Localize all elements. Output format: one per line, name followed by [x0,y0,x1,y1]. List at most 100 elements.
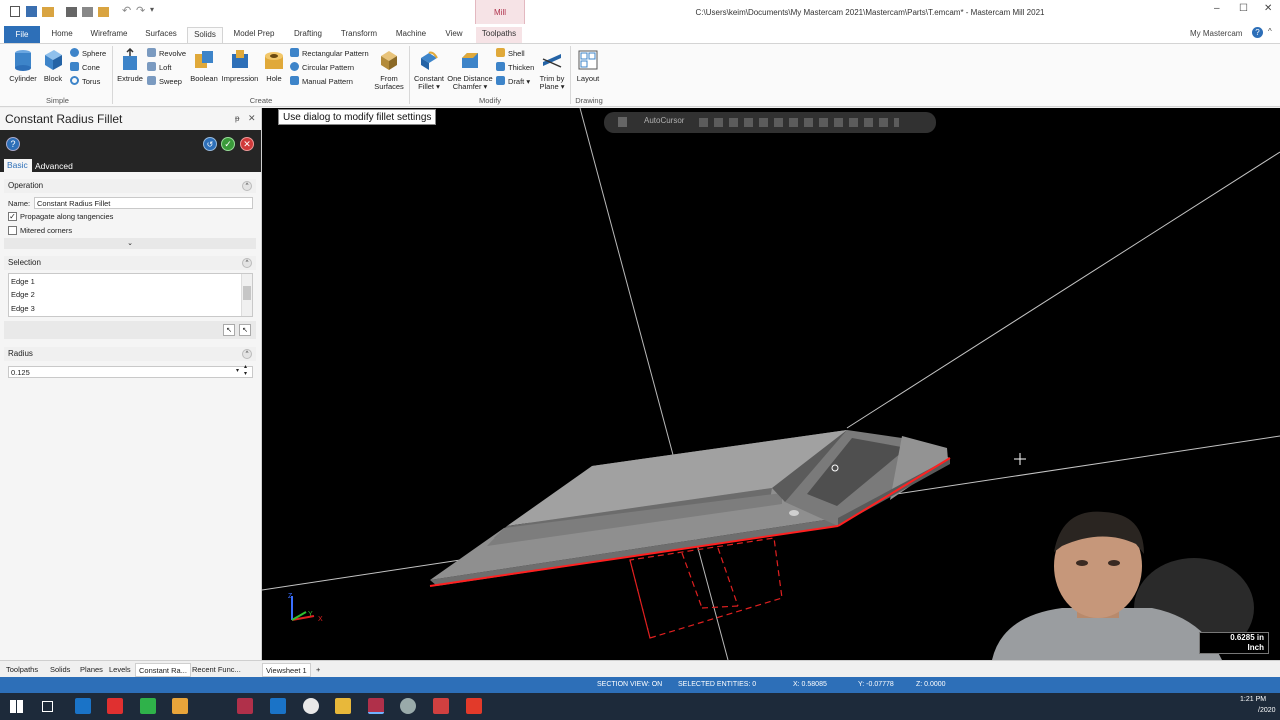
cancel-icon[interactable]: ✕ [240,137,254,151]
rectangular-pattern-button[interactable]: Rectangular Pattern [290,48,369,60]
dropdown-arrow-icon[interactable]: ▾ [236,367,239,374]
from-surfaces-button[interactable]: From Surfaces [372,48,406,91]
list-item[interactable]: Edge 2 [11,290,35,299]
manual-pattern-button[interactable]: Manual Pattern [290,76,353,88]
graphics-viewport[interactable]: Z Y X Use dialog to modify fillet settin… [262,108,1280,660]
sphere-button[interactable]: Sphere [70,48,106,60]
customize-icon[interactable]: ▾ [150,5,154,14]
hole-button[interactable]: Hole [262,48,286,83]
circular-pattern-button[interactable]: Circular Pattern [290,62,354,74]
minimize-icon[interactable]: – [1214,3,1220,14]
mitered-corners-checkbox[interactable] [8,226,17,235]
new-file-icon[interactable] [10,6,20,17]
app-icon[interactable] [400,698,416,714]
tab-recent-functions[interactable]: Recent Func... [189,663,244,677]
radius-section-header[interactable]: Radius ^ [4,347,256,361]
print-icon[interactable] [66,7,77,17]
tab-toolpaths-manager[interactable]: Toolpaths [3,663,41,677]
app-icon[interactable] [433,698,449,714]
maximize-icon[interactable]: ☐ [1239,3,1248,14]
shell-button[interactable]: Shell [496,48,525,60]
app-icon[interactable] [107,698,123,714]
tab-surfaces[interactable]: Surfaces [140,27,182,43]
tab-planes-manager[interactable]: Planes [77,663,106,677]
tab-toolpaths[interactable]: Toolpaths [476,27,522,43]
list-item[interactable]: Edge 1 [11,277,35,286]
clock-date[interactable]: /2020 [1258,707,1276,714]
tab-solids-manager[interactable]: Solids [47,663,73,677]
print-preview-icon[interactable] [82,7,93,17]
autocursor-dropdown[interactable]: AutoCursor [644,116,684,125]
impression-button[interactable]: Impression [220,48,260,83]
tab-advanced[interactable]: Advanced [35,160,73,172]
tab-machine[interactable]: Machine [389,27,433,43]
help-icon[interactable]: ? [1252,27,1263,38]
ok-icon[interactable]: ✓ [221,137,235,151]
ribbon-collapse-icon[interactable]: ^ [1268,27,1272,36]
operation-section-header[interactable]: Operation ^ [4,179,256,193]
tab-view[interactable]: View [440,27,468,43]
torus-button[interactable]: Torus [70,76,100,88]
tab-constant-radius-fillet[interactable]: Constant Ra... [135,663,191,677]
expand-options-button[interactable]: ⌄ [4,238,256,249]
collapse-icon[interactable]: ^ [242,349,252,359]
tab-home[interactable]: Home [46,27,78,43]
tab-drafting[interactable]: Drafting [287,27,329,43]
one-distance-chamfer-button[interactable]: One Distance Chamfer ▾ [447,48,493,91]
constant-fillet-button[interactable]: Constant Fillet ▾ [412,48,446,91]
add-viewsheet-button[interactable]: + [313,663,323,677]
pin-icon[interactable]: ᵽ [235,114,239,123]
name-field[interactable]: Constant Radius Fillet [34,197,253,209]
tab-solids[interactable]: Solids [187,27,223,43]
apply-icon[interactable]: ↺ [203,137,217,151]
tab-levels-manager[interactable]: Levels [106,663,134,677]
solid-part[interactable] [430,430,950,586]
my-mastercam-link[interactable]: My Mastercam [1190,29,1242,38]
propagate-checkbox[interactable]: ✓ [8,212,17,221]
draft-button[interactable]: Draft ▾ [496,76,530,88]
collapse-icon[interactable]: ^ [242,258,252,268]
spinner-icon[interactable]: ▴ ▾ [244,364,247,378]
layout-button[interactable]: Layout [574,48,602,83]
tab-viewsheet-1[interactable]: Viewsheet 1 [262,663,311,677]
app-icon[interactable] [270,698,286,714]
folder-icon[interactable] [98,7,109,17]
clock-time[interactable]: 1:21 PM [1240,696,1266,703]
block-button[interactable]: Block [40,48,66,83]
app-icon[interactable] [466,698,482,714]
revolve-button[interactable]: Revolve [147,48,186,60]
boolean-button[interactable]: Boolean [188,48,220,83]
context-tab-mill[interactable]: Mill [475,0,525,24]
redo-icon[interactable]: ↷ [136,4,145,17]
selection-list[interactable]: Edge 1 Edge 2 Edge 3 [8,273,253,317]
lock-icon[interactable] [618,117,627,127]
trim-by-plane-button[interactable]: Trim by Plane ▾ [536,48,568,91]
mastercam-active-icon[interactable] [368,698,384,714]
camtasia-icon[interactable] [140,698,156,714]
tab-model-prep[interactable]: Model Prep [229,27,279,43]
undo-icon[interactable]: ↶ [122,4,131,17]
close-window-icon[interactable]: ✕ [1264,3,1272,14]
mastercam-icon[interactable] [237,698,253,714]
chrome-icon[interactable] [303,698,319,714]
sweep-button[interactable]: Sweep [147,76,182,88]
save-icon[interactable] [26,6,37,17]
file-explorer-icon[interactable] [335,698,351,714]
select-remove-icon[interactable]: ↖ [239,324,251,336]
tab-file[interactable]: File [4,26,40,43]
selection-section-header[interactable]: Selection ^ [4,256,256,270]
task-view-icon[interactable] [42,701,53,712]
app-icon[interactable] [172,698,188,714]
panel-close-icon[interactable]: ✕ [248,113,256,124]
list-scrollbar[interactable] [241,274,252,316]
cone-button[interactable]: Cone [70,62,100,74]
collapse-icon[interactable]: ^ [242,181,252,191]
cylinder-button[interactable]: Cylinder [6,48,40,83]
selection-tools[interactable] [699,118,899,127]
tab-transform[interactable]: Transform [337,27,381,43]
extrude-button[interactable]: Extrude [116,48,144,83]
open-icon[interactable] [42,7,54,17]
tab-wireframe[interactable]: Wireframe [86,27,132,43]
radius-input[interactable]: 0.125 [8,366,253,378]
tab-basic[interactable]: Basic [4,159,32,172]
